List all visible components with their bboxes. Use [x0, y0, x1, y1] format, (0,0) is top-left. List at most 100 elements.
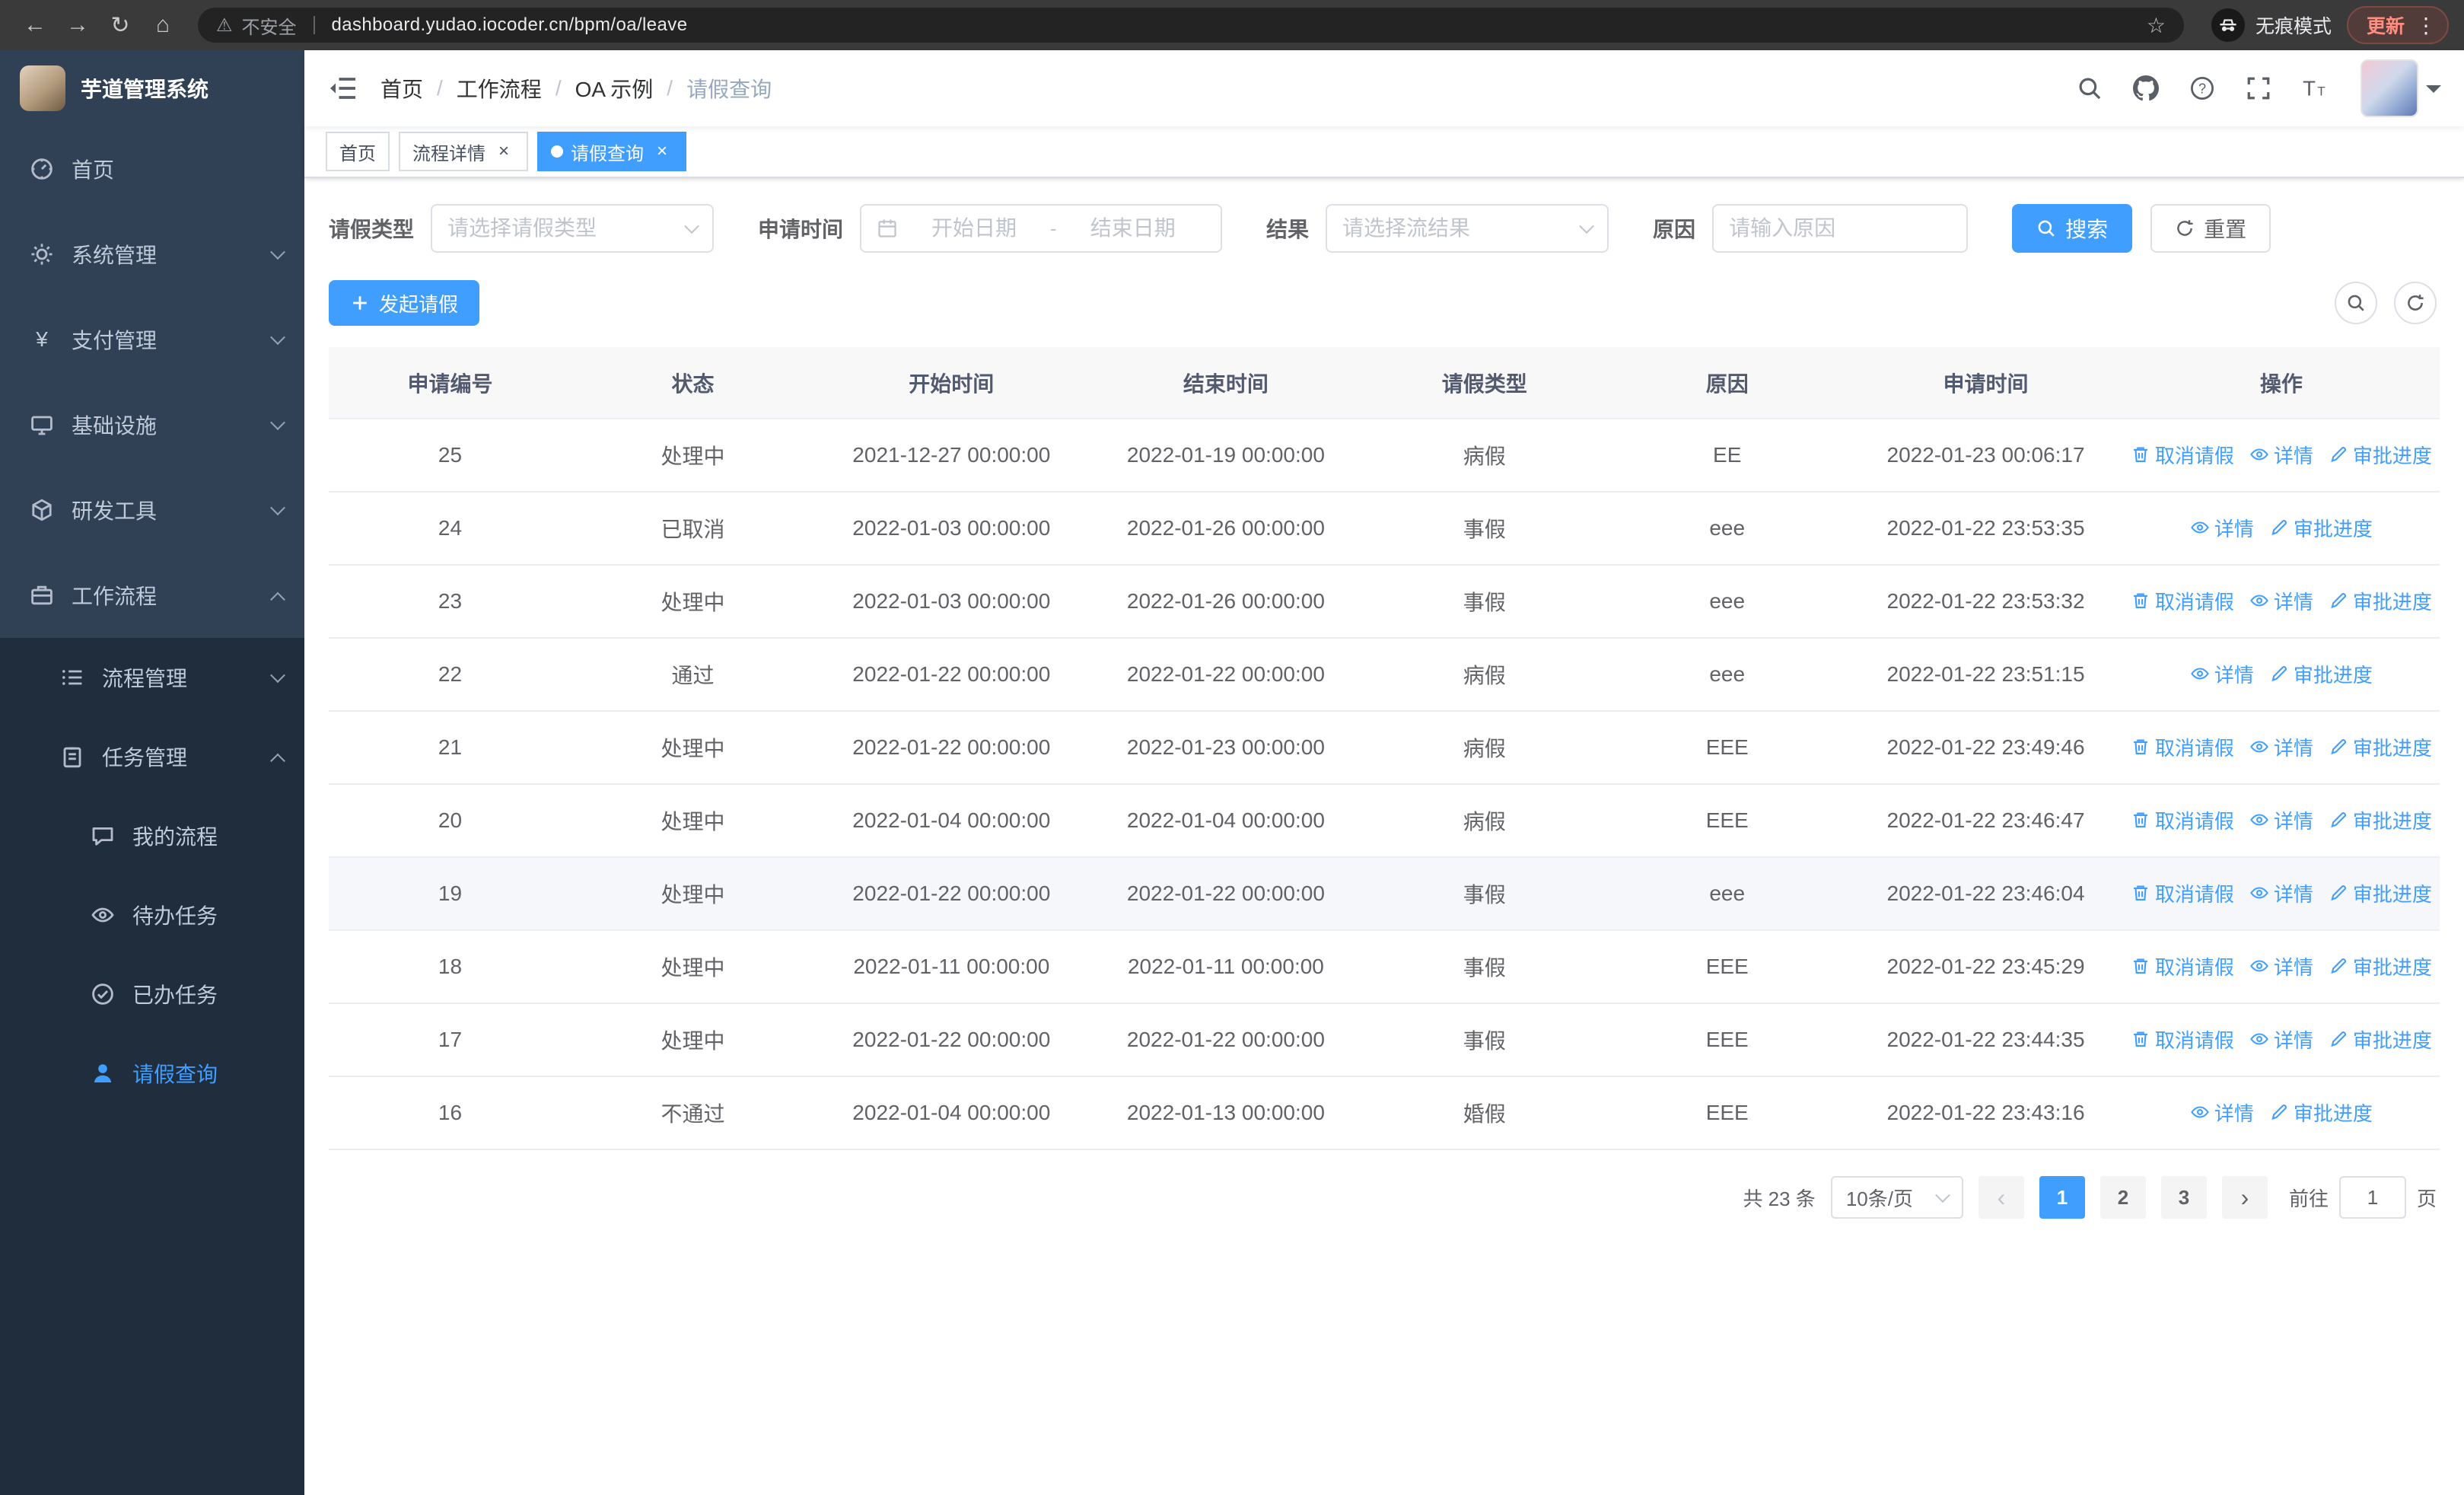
search-button[interactable]: 搜索 — [2012, 204, 2133, 253]
bookmark-star-icon[interactable]: ☆ — [2147, 13, 2166, 38]
breadcrumb-item-oa-example[interactable]: OA 示例 — [575, 73, 654, 104]
cell-apply-id: 25 — [329, 419, 571, 492]
leave-type-select[interactable] — [431, 204, 715, 253]
approval-progress-link[interactable]: 审批进度 — [2329, 879, 2432, 907]
start-date-input[interactable] — [909, 216, 1040, 241]
breadcrumb-item-workflow[interactable]: 工作流程 — [457, 73, 542, 104]
url-bar[interactable]: ⚠ 不安全 dashboard.yudao.iocoder.cn/bpm/oa/… — [198, 8, 2184, 43]
close-tab-icon[interactable]: × — [493, 141, 514, 162]
cancel-leave-link[interactable]: 取消请假 — [2131, 952, 2234, 980]
range-separator: - — [1050, 216, 1057, 240]
search-icon[interactable] — [2073, 72, 2106, 105]
back-icon[interactable]: ← — [15, 5, 55, 45]
approval-progress-link[interactable]: 审批进度 — [2329, 1025, 2432, 1054]
goto-page-input[interactable] — [2338, 1176, 2406, 1219]
sidebar-item-dev-tools[interactable]: 研发工具 — [0, 467, 304, 553]
avatar[interactable] — [2361, 59, 2418, 117]
approval-progress-link[interactable]: 审批进度 — [2329, 441, 2432, 469]
detail-link[interactable]: 详情 — [2249, 952, 2313, 980]
home-icon[interactable]: ⌂ — [143, 5, 183, 45]
tab-label: 流程详情 — [412, 143, 485, 164]
reload-icon[interactable]: ↻ — [100, 5, 140, 45]
sidebar-item-task-mgmt[interactable]: 任务管理 — [0, 717, 304, 796]
approval-progress-link[interactable]: 审批进度 — [2329, 733, 2432, 761]
detail-link[interactable]: 详情 — [2249, 879, 2313, 907]
sidebar-item-home[interactable]: 首页 — [0, 126, 304, 212]
page-2-button[interactable]: 2 — [2099, 1176, 2146, 1219]
gear-icon — [29, 242, 55, 266]
create-leave-button[interactable]: 发起请假 — [329, 280, 480, 326]
cell-leave-type: 病假 — [1363, 419, 1606, 492]
toggle-search-button[interactable] — [2335, 282, 2377, 324]
sidebar-item-todo-tasks[interactable]: 待办任务 — [0, 875, 304, 955]
table-row: 25 处理中 2021-12-27 00:00:00 2022-01-19 00:00… — [329, 419, 2440, 492]
approval-progress-link[interactable]: 审批进度 — [2269, 514, 2373, 542]
browser-update-button[interactable]: 更新 ⋮ — [2346, 6, 2449, 44]
reset-button[interactable]: 重置 — [2150, 204, 2271, 253]
approval-progress-link[interactable]: 审批进度 — [2269, 1098, 2373, 1127]
sidebar-item-system-mgmt[interactable]: 系统管理 — [0, 212, 304, 297]
cell-leave-type: 事假 — [1363, 930, 1606, 1004]
detail-link[interactable]: 详情 — [2249, 587, 2313, 615]
detail-link[interactable]: 详情 — [2249, 733, 2313, 761]
page-size-select[interactable]: 10条/页 — [1830, 1176, 1963, 1219]
detail-link[interactable]: 详情 — [2190, 1098, 2254, 1127]
result-select-input[interactable] — [1342, 216, 1573, 241]
page-1-button[interactable]: 1 — [2039, 1176, 2085, 1219]
cancel-leave-link[interactable]: 取消请假 — [2131, 441, 2234, 469]
cancel-leave-link[interactable]: 取消请假 — [2131, 806, 2234, 834]
filter-form: 请假类型 申请时间 - — [329, 204, 2440, 253]
page-3-button[interactable]: 3 — [2160, 1176, 2207, 1219]
github-icon[interactable] — [2129, 72, 2163, 105]
search-icon — [2348, 295, 2364, 311]
cancel-leave-link[interactable]: 取消请假 — [2131, 879, 2234, 907]
close-tab-icon[interactable]: × — [651, 141, 673, 162]
cancel-leave-link[interactable]: 取消请假 — [2131, 1025, 2234, 1054]
sidebar-item-label: 已办任务 — [132, 983, 218, 1007]
tab-home[interactable]: 首页 — [326, 132, 390, 171]
security-warning-icon[interactable]: ⚠ — [216, 14, 233, 37]
fullscreen-icon[interactable] — [2242, 72, 2275, 105]
sidebar-item-process-mgmt[interactable]: 流程管理 — [0, 638, 304, 717]
result-select[interactable] — [1326, 204, 1609, 253]
breadcrumb-item-home[interactable]: 首页 — [380, 73, 423, 104]
cancel-leave-link[interactable]: 取消请假 — [2131, 733, 2234, 761]
sidebar-item-my-process[interactable]: 我的流程 — [0, 796, 304, 875]
approval-progress-link[interactable]: 审批进度 — [2269, 660, 2373, 688]
sidebar-item-workflow[interactable]: 工作流程 — [0, 553, 304, 638]
apply-time-range-picker[interactable]: - — [860, 204, 1223, 253]
cancel-leave-link[interactable]: 取消请假 — [2131, 587, 2234, 615]
user-menu[interactable] — [2361, 59, 2441, 117]
app-logo[interactable]: 芋道管理系统 — [0, 50, 304, 126]
approval-progress-link[interactable]: 审批进度 — [2329, 952, 2432, 980]
eye-icon — [2191, 521, 2209, 534]
browser-menu-icon[interactable]: ⋮ — [2415, 13, 2437, 38]
refresh-table-button[interactable] — [2394, 282, 2437, 324]
forward-icon[interactable]: → — [58, 5, 97, 45]
cell-apply-time: 2022-01-22 23:51:15 — [1848, 638, 2123, 712]
detail-link[interactable]: 详情 — [2249, 1025, 2313, 1054]
detail-link[interactable]: 详情 — [2190, 660, 2254, 688]
prev-page-button[interactable]: ‹ — [1978, 1176, 2024, 1219]
hamburger-icon[interactable] — [327, 73, 358, 104]
page-unit-label: 页 — [2416, 1187, 2437, 1210]
detail-link[interactable]: 详情 — [2249, 806, 2313, 834]
end-date-input[interactable] — [1067, 216, 1199, 241]
help-icon[interactable]: ? — [2185, 72, 2219, 105]
font-size-icon[interactable]: TT — [2298, 72, 2332, 105]
detail-link[interactable]: 详情 — [2249, 441, 2313, 469]
reason-input-box[interactable] — [1712, 204, 1969, 253]
reason-input[interactable] — [1729, 216, 1952, 241]
approval-progress-link[interactable]: 审批进度 — [2329, 806, 2432, 834]
sidebar-item-infrastructure[interactable]: 基础设施 — [0, 382, 304, 467]
sidebar-item-leave-query[interactable]: 请假查询 — [0, 1034, 304, 1113]
tab-process-detail[interactable]: 流程详情 × — [399, 132, 528, 171]
tab-leave-query[interactable]: 请假查询 × — [537, 132, 686, 171]
sidebar-item-done-tasks[interactable]: 已办任务 — [0, 955, 304, 1034]
cell-status: 已取消 — [571, 492, 814, 566]
sidebar-item-payment-mgmt[interactable]: ¥ 支付管理 — [0, 297, 304, 382]
next-page-button[interactable]: › — [2221, 1176, 2268, 1219]
leave-type-select-input[interactable] — [447, 216, 678, 241]
approval-progress-link[interactable]: 审批进度 — [2329, 587, 2432, 615]
detail-link[interactable]: 详情 — [2190, 514, 2254, 542]
